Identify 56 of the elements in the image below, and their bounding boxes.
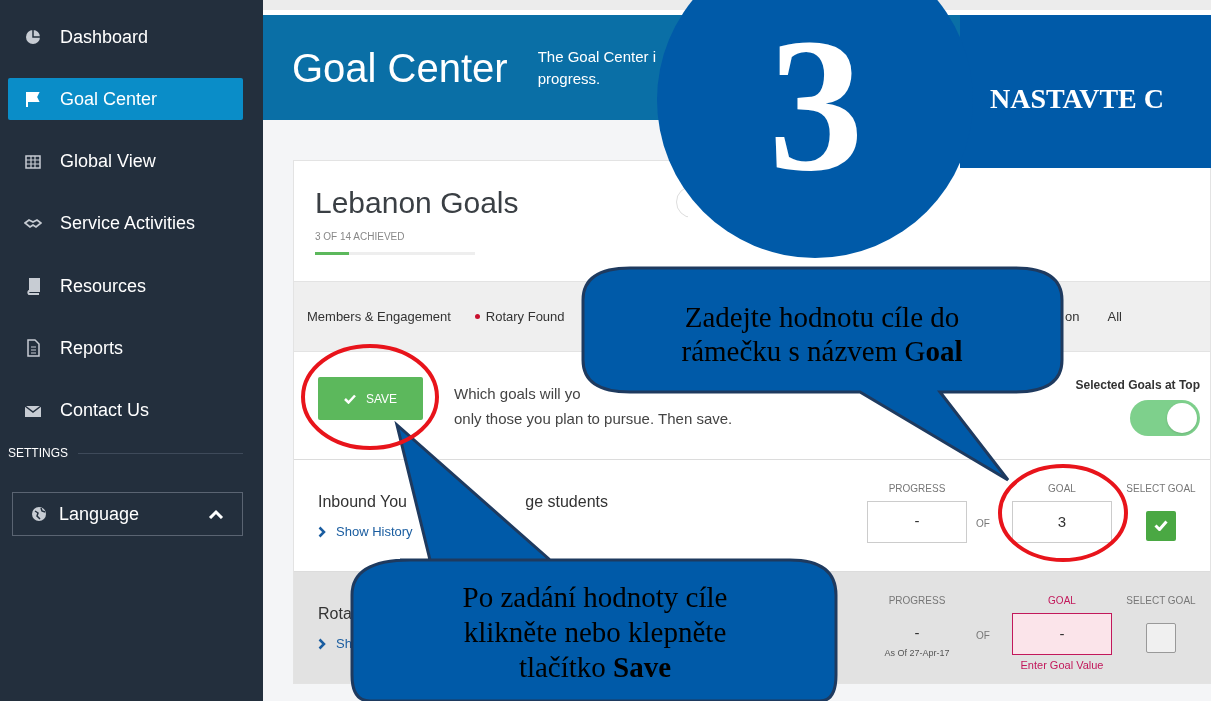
sidebar-item[interactable]: Goal Center — [8, 78, 243, 121]
column-label: SELECT GOAL — [1126, 481, 1196, 496]
of-label: OF — [976, 516, 990, 531]
globe-icon — [31, 506, 47, 523]
checkmark-icon — [1154, 520, 1168, 531]
callout-text: Po zadání hodnoty cíle klikněte nebo klepněte tlačítko Save — [461, 580, 729, 685]
instruction-text: Which goals will yo — [454, 383, 582, 404]
table-icon — [24, 152, 42, 171]
error-message: Enter Goal Value — [1020, 657, 1104, 673]
sidebar-item[interactable]: Reports — [8, 327, 243, 370]
column-label: SELECT GOAL — [1126, 593, 1196, 608]
category-tab[interactable]: on — [1065, 306, 1080, 327]
back-button[interactable] — [676, 186, 688, 218]
page-title: Goal Center — [292, 44, 508, 92]
column-label: PROGRESS — [888, 481, 946, 496]
select-checkbox[interactable] — [1146, 510, 1176, 541]
sidebar-item[interactable]: Dashboard — [8, 16, 243, 58]
sidebar-item[interactable]: Contact Us — [8, 389, 243, 432]
instruction-text: only those you plan to pursue. Then save. — [454, 408, 733, 429]
checkmark-icon — [343, 393, 356, 404]
card-title: Lebanon Goals — [315, 185, 519, 221]
sidebar-item[interactable]: Global View — [8, 140, 243, 183]
chevron-icon — [318, 637, 326, 650]
chevron-icon — [318, 525, 326, 538]
dashboard-icon — [24, 28, 42, 46]
goal-input[interactable]: 3 — [1012, 500, 1112, 543]
toggle-switch[interactable] — [1130, 400, 1200, 436]
column-label: GOAL — [1048, 593, 1076, 608]
category-tab[interactable]: Members & Engagement — [307, 306, 451, 327]
category-tab[interactable]: All — [1107, 306, 1122, 327]
flag-icon — [24, 90, 42, 109]
column-label: GOAL — [1048, 481, 1076, 496]
page-description: The Goal Center i progress. — [537, 46, 657, 89]
as-of-date: As Of 27-Apr-17 — [884, 646, 950, 660]
goal-name: ge students — [525, 491, 608, 512]
sidebar-item[interactable]: Resources — [8, 265, 243, 308]
select-checkbox[interactable] — [1146, 622, 1176, 653]
document-icon — [24, 339, 42, 358]
step-number: 3 — [767, 0, 865, 212]
sidebar-item[interactable]: Service Activities — [8, 202, 243, 245]
callout-text: Zadejte hodnotu cíle do rámečku s názvem Goal — [680, 300, 964, 368]
show-history-link[interactable]: Sh — [318, 633, 352, 654]
of-label: OF — [976, 628, 990, 643]
achieved-count: 3 OF 14 ACHIEVED — [315, 230, 406, 244]
progress-value: - — [867, 500, 967, 543]
show-history-link[interactable]: Show History — [318, 521, 413, 542]
book-icon — [24, 277, 42, 296]
goal-input[interactable]: - — [1012, 612, 1112, 655]
step-title: NASTAVTE C — [990, 82, 1164, 116]
settings-heading: SETTINGS — [8, 445, 68, 463]
category-tab[interactable]: Rotary Found — [474, 306, 565, 327]
language-button[interactable]: Language — [12, 492, 243, 537]
toggle-label: Selected Goals at Top — [1075, 377, 1200, 394]
caret-icon — [208, 509, 224, 520]
goal-name: Inbound You — [318, 491, 407, 512]
column-label: PROGRESS — [888, 593, 946, 608]
